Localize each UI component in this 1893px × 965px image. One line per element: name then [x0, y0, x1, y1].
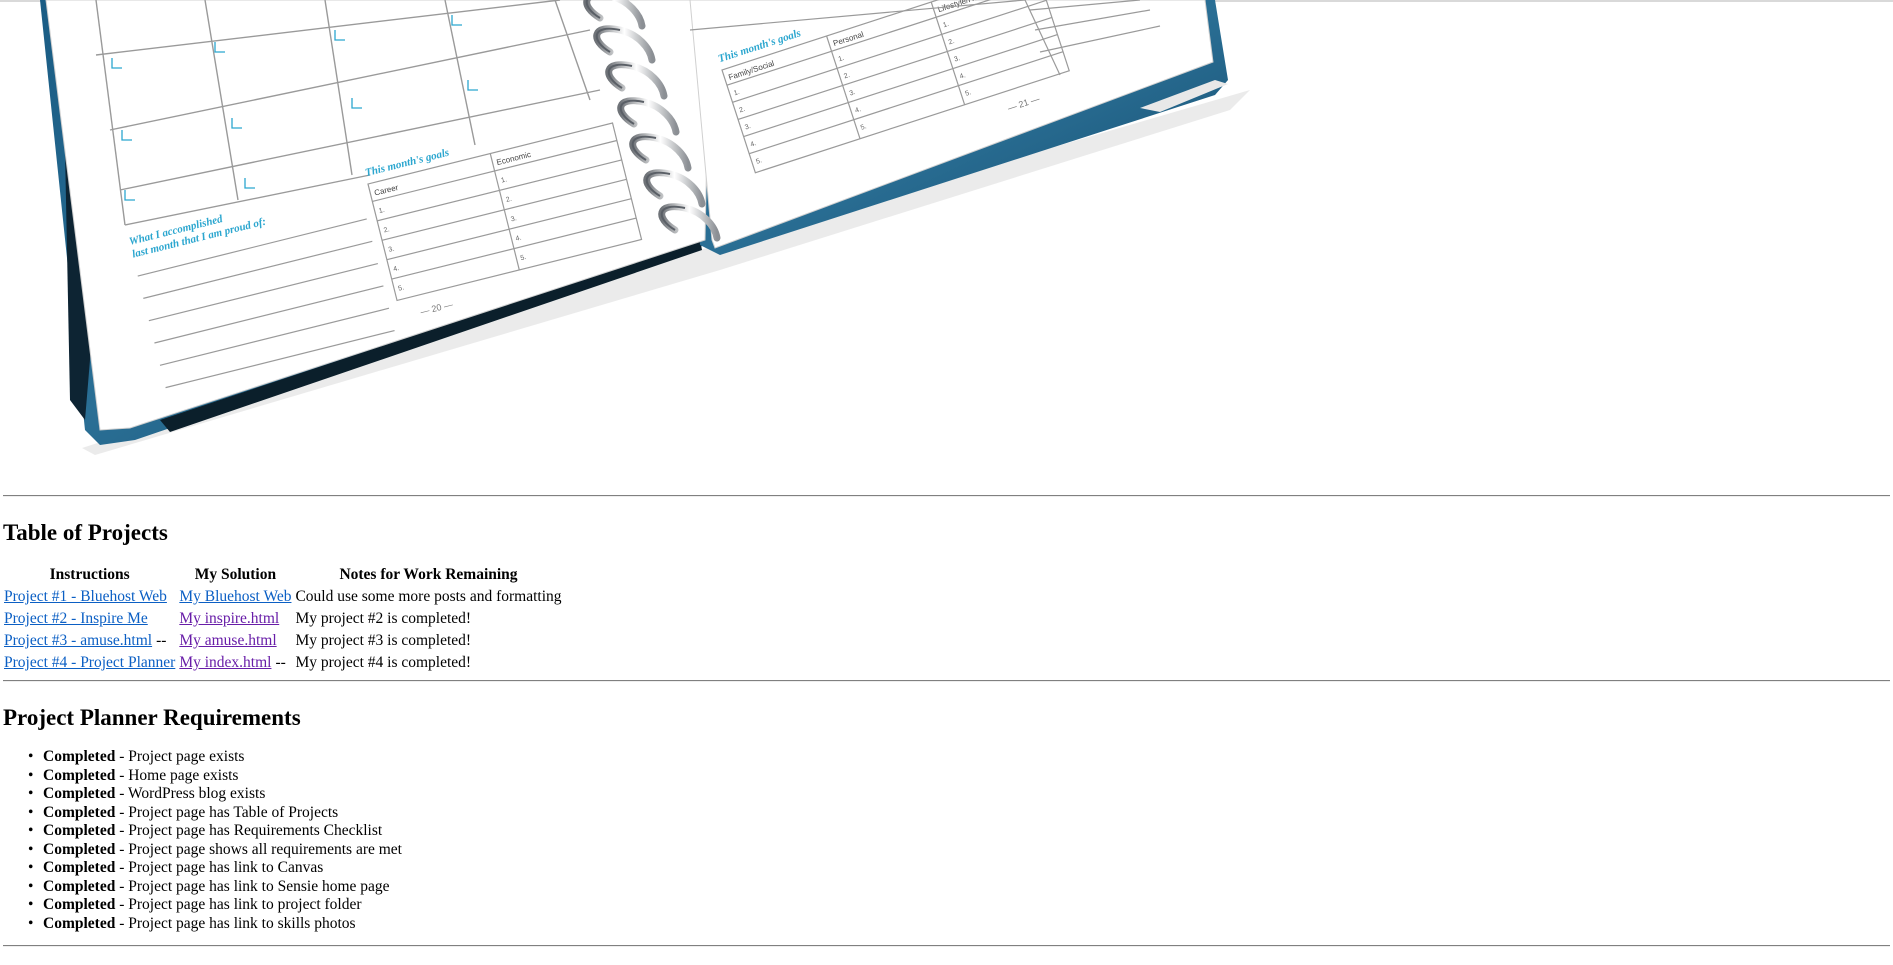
my-amuse-link[interactable]: My amuse.html: [179, 632, 276, 649]
project-4-instructions-link[interactable]: Project #4 - Project Planner: [4, 654, 175, 671]
project-1-instructions-link[interactable]: Project #1 - Bluehost Web: [4, 588, 167, 605]
status-label: Completed: [43, 803, 116, 821]
my-bluehost-web-link[interactable]: My Bluehost Web: [179, 588, 291, 605]
status-label: Completed: [43, 748, 116, 765]
list-item: Completed - Project page has link to pro…: [28, 896, 1890, 915]
list-item: Completed - Project page has link to Can…: [28, 859, 1890, 878]
requirement-text: - Project page has Requirements Checklis…: [115, 822, 383, 839]
list-item: Completed - Project page exists: [28, 748, 1890, 767]
table-row: Project #3 - amuse.html -- My amuse.html …: [3, 631, 563, 651]
my-index-link[interactable]: My index.html: [179, 654, 271, 671]
list-item: Completed - Home page exists: [28, 767, 1890, 786]
solution-suffix: --: [275, 654, 286, 671]
solution-cell: My Bluehost Web: [178, 587, 292, 607]
requirement-text: - Project page has link to skills photos: [115, 914, 356, 932]
notes-cell: My project #2 is completed!: [295, 610, 472, 627]
status-label: Completed: [43, 859, 116, 876]
requirement-text: - Project page exists: [115, 748, 245, 765]
planner-hero-image: This month's goals Career Economic 1. 2.…: [0, 0, 1893, 495]
status-label: Completed: [43, 822, 116, 839]
requirement-text: - WordPress blog exists: [115, 785, 266, 802]
list-item: Completed - Project page has Table of Pr…: [28, 804, 1890, 823]
divider: [3, 945, 1890, 947]
list-item: Completed - Project page has Requirement…: [28, 822, 1890, 841]
requirements-section: Project Planner Requirements Completed -…: [3, 706, 1890, 933]
list-item: Completed - Project page has link to Sen…: [28, 878, 1890, 897]
page: This month's goals Career Economic 1. 2.…: [0, 0, 1893, 965]
table-row: Project #2 - Inspire Me My inspire.html …: [3, 609, 563, 629]
instruction-suffix: --: [156, 632, 167, 649]
column-header-instructions: Instructions: [49, 566, 130, 583]
requirements-heading: Project Planner Requirements: [3, 705, 301, 730]
main-content: Table of Projects Instructions My Soluti…: [3, 495, 1890, 947]
status-label: Completed: [43, 896, 116, 913]
instruction-cell: Project #2 - Inspire Me: [3, 609, 176, 629]
projects-table: Instructions My Solution Notes for Work …: [1, 563, 565, 675]
solution-cell: My amuse.html: [178, 631, 292, 651]
project-2-instructions-link[interactable]: Project #2 - Inspire Me: [4, 610, 148, 627]
requirement-text: - Project page has link to project folde…: [115, 896, 362, 913]
table-header-row: Instructions My Solution Notes for Work …: [3, 565, 563, 585]
requirement-text: - Project page shows all requirements ar…: [115, 840, 402, 858]
notes-cell: Could use some more posts and formatting: [295, 588, 562, 605]
divider: [3, 495, 1890, 497]
requirement-text: - Project page has link to Sensie home p…: [115, 877, 390, 895]
status-label: Completed: [43, 840, 116, 858]
requirement-text: - Home page exists: [115, 766, 239, 784]
requirements-list: Completed - Project page exists Complete…: [3, 748, 1890, 933]
notes-cell: My project #4 is completed!: [295, 654, 472, 671]
table-row: Project #1 - Bluehost Web My Bluehost We…: [3, 587, 563, 607]
projects-heading: Table of Projects: [3, 520, 168, 545]
instruction-cell: Project #4 - Project Planner: [3, 653, 176, 673]
project-3-instructions-link[interactable]: Project #3 - amuse.html: [4, 632, 152, 649]
requirement-text: - Project page has link to Canvas: [115, 859, 324, 876]
projects-section: Table of Projects Instructions My Soluti…: [3, 521, 1890, 675]
list-item: Completed - Project page has link to ski…: [28, 915, 1890, 934]
status-label: Completed: [43, 766, 116, 784]
instruction-cell: Project #3 - amuse.html --: [3, 631, 176, 651]
notes-cell: My project #3 is completed!: [295, 632, 472, 649]
list-item: Completed - WordPress blog exists: [28, 785, 1890, 804]
list-item: Completed - Project page shows all requi…: [28, 841, 1890, 860]
status-label: Completed: [43, 785, 116, 802]
solution-cell: My index.html --: [178, 653, 292, 673]
column-header-solution: My Solution: [194, 566, 277, 583]
requirement-text: - Project page has Table of Projects: [115, 803, 339, 821]
my-inspire-link[interactable]: My inspire.html: [179, 610, 279, 627]
column-header-notes: Notes for Work Remaining: [339, 566, 518, 583]
instruction-cell: Project #1 - Bluehost Web: [3, 587, 176, 607]
divider: [3, 680, 1890, 682]
status-label: Completed: [43, 877, 116, 895]
status-label: Completed: [43, 914, 116, 932]
solution-cell: My inspire.html: [178, 609, 292, 629]
table-row: Project #4 - Project Planner My index.ht…: [3, 653, 563, 673]
